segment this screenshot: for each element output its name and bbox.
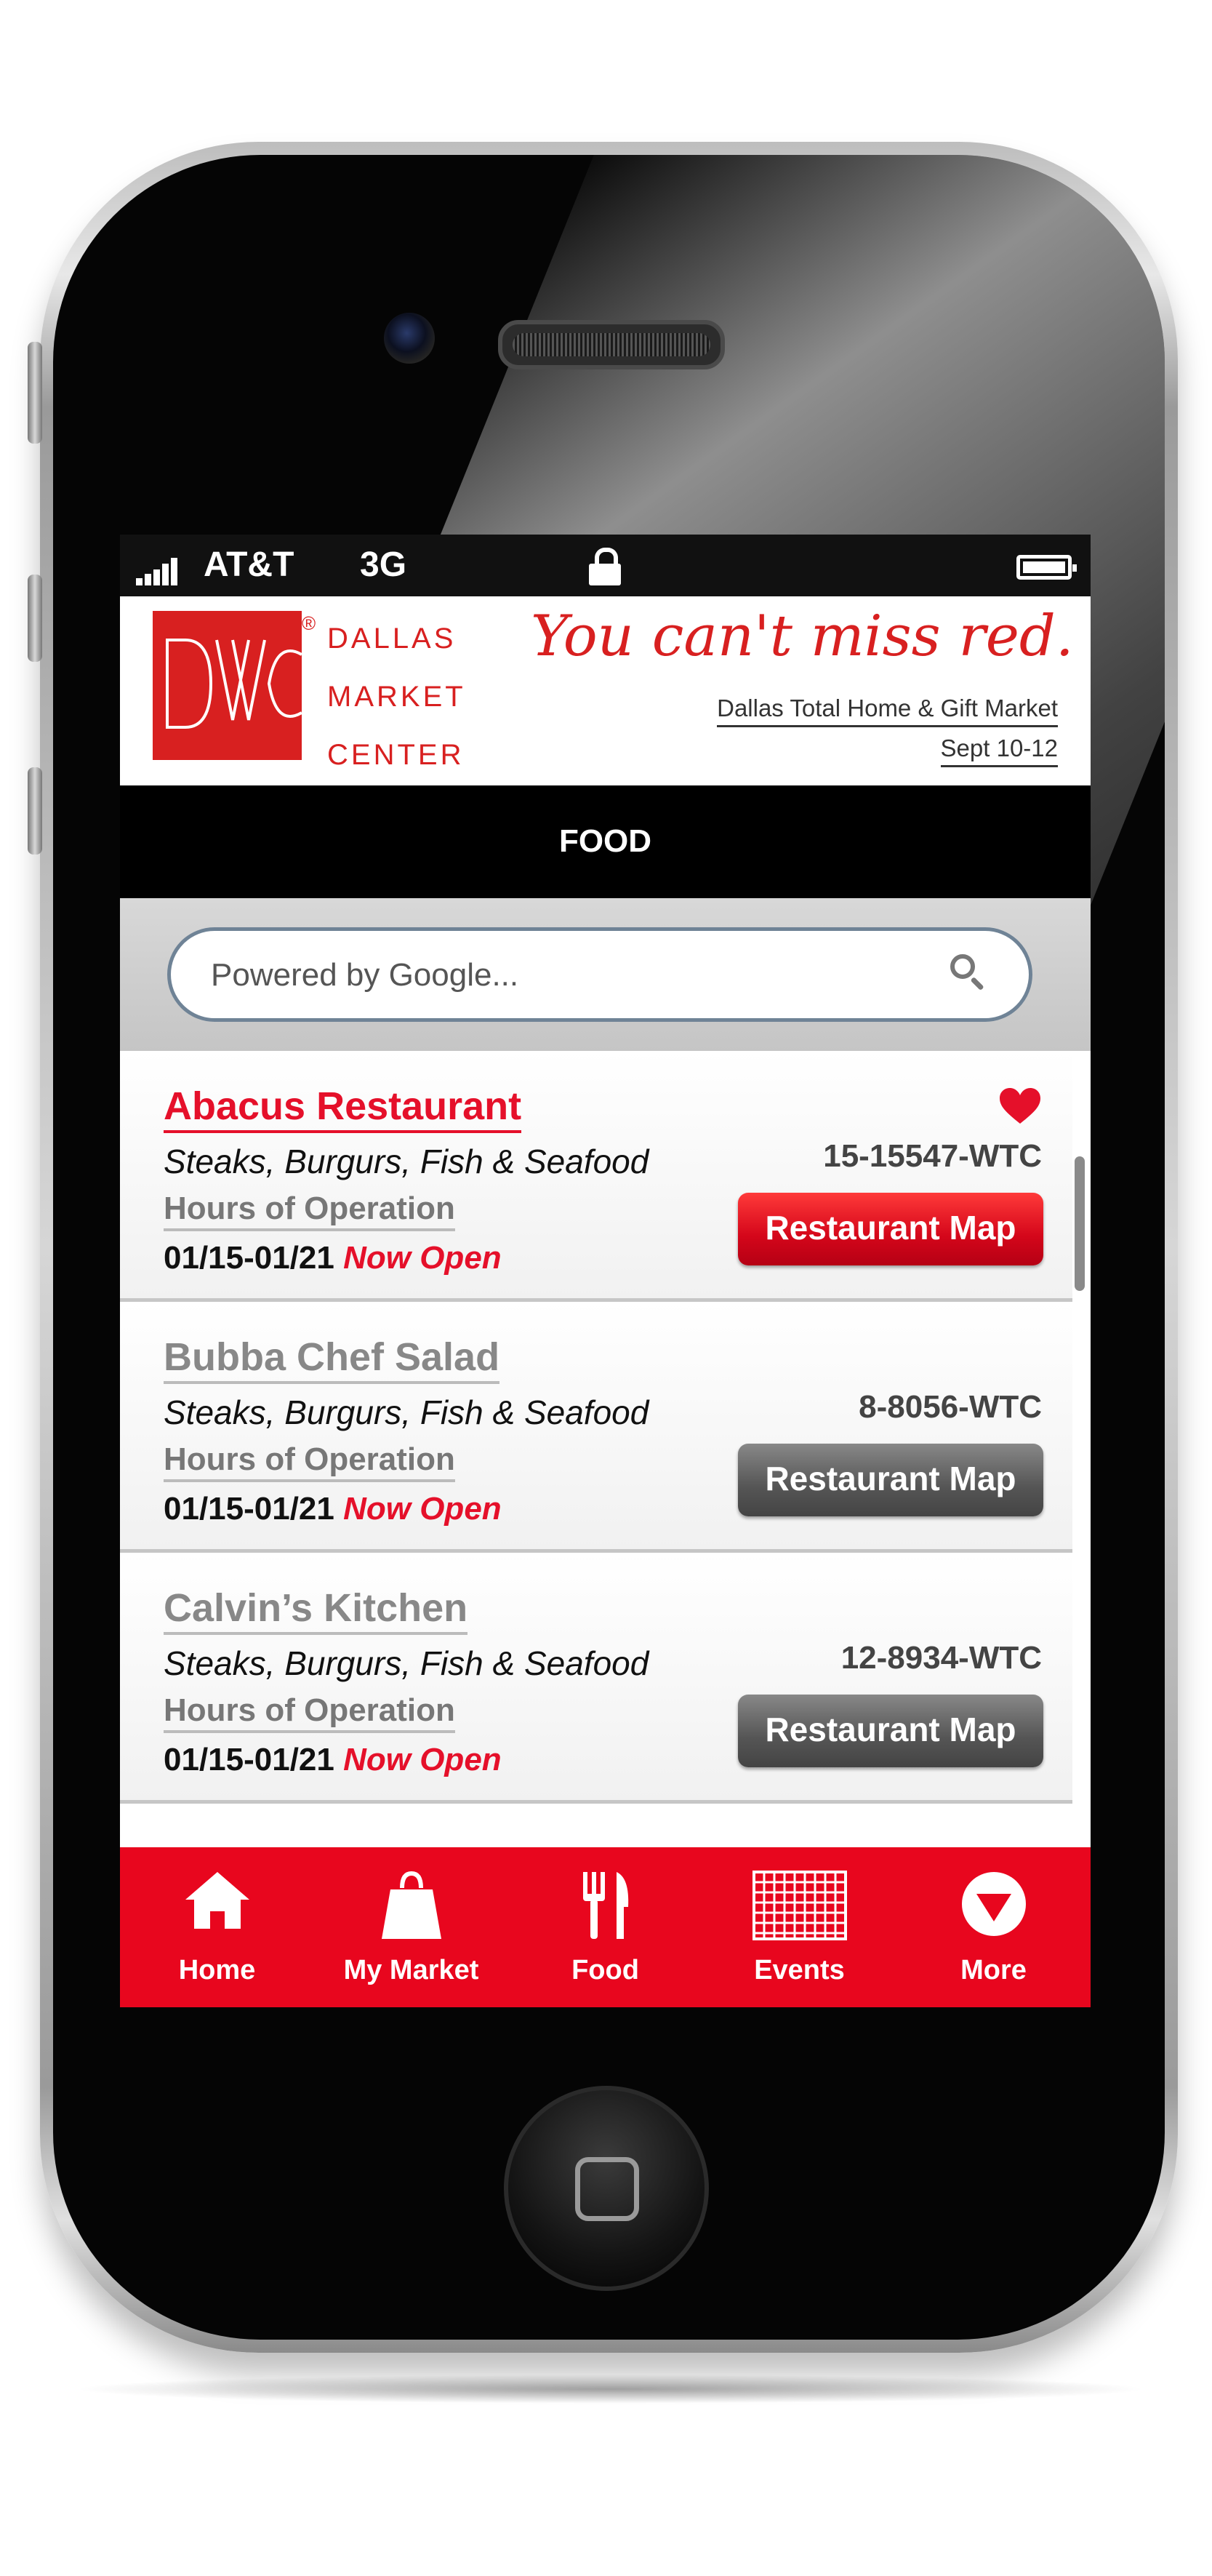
restaurant-map-button[interactable]: Restaurant Map (738, 1193, 1043, 1265)
restaurant-map-button[interactable]: Restaurant Map (738, 1444, 1043, 1516)
scrollbar[interactable] (1075, 1156, 1085, 1291)
heart-icon[interactable] (998, 1087, 1042, 1125)
mute-switch (28, 342, 42, 444)
tab-events[interactable]: Events (702, 1847, 896, 2007)
date-range: 01/15-01/21 (164, 1240, 334, 1276)
list-item[interactable]: Abacus Restaurant Steaks, Burgurs, Fish … (120, 1051, 1072, 1302)
tab-label: More (960, 1955, 1027, 1985)
restaurant-name[interactable]: Calvin’s Kitchen (164, 1585, 468, 1635)
down-arrow-circle-icon (961, 1872, 1026, 1936)
tab-label: My Market (343, 1955, 479, 1985)
search-input[interactable]: Powered by Google... (167, 927, 1032, 1022)
lock-icon (589, 548, 621, 585)
restaurant-location: 12-8934-WTC (840, 1640, 1042, 1676)
logo-line: DALLAS (327, 623, 457, 655)
logo-line: MARKET (327, 681, 466, 713)
restaurant-dates: 01/15-01/21 Now Open (164, 1491, 502, 1527)
list-item[interactable]: Bubba Chef Salad Steaks, Burgurs, Fish &… (120, 1302, 1072, 1553)
dmc-logo-icon (153, 611, 302, 760)
tab-bar: Home My Market Food Events More (120, 1847, 1091, 2007)
tab-label: Food (571, 1955, 639, 1985)
event-name: Dallas Total Home & Gift Market (717, 695, 1058, 727)
list-item[interactable]: Calvin’s Kitchen Steaks, Burgurs, Fish &… (120, 1553, 1072, 1804)
date-range: 01/15-01/21 (164, 1742, 334, 1777)
title-bar: FOOD (120, 785, 1091, 898)
logo-wordmark: DALLAS MARKET CENTER (327, 609, 466, 784)
home-icon (185, 1872, 249, 1929)
restaurant-location: 15-15547-WTC (823, 1138, 1042, 1174)
hours-of-operation-link[interactable]: Hours of Operation (164, 1441, 455, 1482)
page-title: FOOD (558, 823, 652, 859)
phone-shadow (73, 2375, 1149, 2404)
restaurant-name[interactable]: Abacus Restaurant (164, 1084, 522, 1133)
front-camera (384, 313, 435, 364)
tab-more[interactable]: More (896, 1847, 1091, 2007)
home-button-square-icon (575, 2157, 639, 2221)
app-screen: AT&T 3G ® DALLAS MARKET CENTER You can't… (120, 535, 1091, 2007)
tab-label: Events (754, 1955, 845, 1985)
ad-banner[interactable]: ® DALLAS MARKET CENTER You can't miss re… (120, 596, 1091, 785)
home-button[interactable] (504, 2086, 709, 2291)
registered-mark: ® (302, 612, 316, 634)
restaurant-map-button[interactable]: Restaurant Map (738, 1695, 1043, 1767)
tab-my-market[interactable]: My Market (314, 1847, 508, 2007)
restaurant-dates: 01/15-01/21 Now Open (164, 1742, 502, 1778)
tab-label: Home (178, 1955, 256, 1985)
restaurant-dates: 01/15-01/21 Now Open (164, 1240, 502, 1276)
tab-food[interactable]: Food (508, 1847, 702, 2007)
tab-home[interactable]: Home (120, 1847, 314, 2007)
banner-tagline: You can't miss red. (531, 604, 1074, 669)
calendar-grid-icon (752, 1871, 847, 1940)
search-icon[interactable] (950, 954, 984, 991)
volume-up-button (28, 575, 42, 662)
search-placeholder: Powered by Google... (211, 957, 519, 993)
event-dates: Sept 10-12 (940, 735, 1058, 767)
fork-knife-icon (582, 1872, 628, 1939)
hours-of-operation-link[interactable]: Hours of Operation (164, 1692, 455, 1733)
search-area: Powered by Google... (120, 898, 1091, 1051)
shopping-bag-icon (381, 1871, 441, 1939)
battery-icon (1016, 555, 1077, 580)
date-range: 01/15-01/21 (164, 1491, 334, 1527)
restaurant-list[interactable]: Abacus Restaurant Steaks, Burgurs, Fish … (120, 1051, 1091, 1844)
open-status: Now Open (343, 1742, 502, 1777)
restaurant-category: Steaks, Burgurs, Fish & Seafood (164, 1644, 649, 1682)
restaurant-location: 8-8056-WTC (859, 1389, 1042, 1425)
earpiece-speaker (498, 320, 725, 369)
restaurant-name[interactable]: Bubba Chef Salad (164, 1335, 500, 1384)
logo-line: CENTER (327, 739, 465, 771)
network-type: 3G (360, 545, 407, 584)
status-bar: AT&T 3G (120, 535, 1091, 596)
signal-strength-icon (136, 558, 180, 585)
carrier-name: AT&T (204, 545, 294, 584)
restaurant-category: Steaks, Burgurs, Fish & Seafood (164, 1143, 649, 1180)
hours-of-operation-link[interactable]: Hours of Operation (164, 1191, 455, 1231)
open-status: Now Open (343, 1491, 502, 1527)
open-status: Now Open (343, 1240, 502, 1276)
restaurant-category: Steaks, Burgurs, Fish & Seafood (164, 1393, 649, 1431)
volume-down-button (28, 767, 42, 855)
